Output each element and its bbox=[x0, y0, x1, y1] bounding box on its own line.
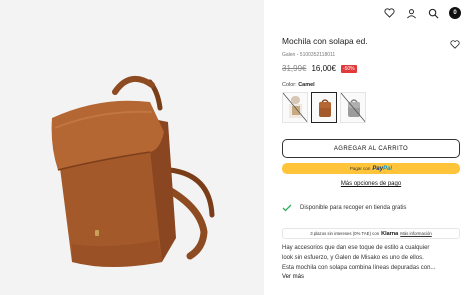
klarna-logo: Klarna bbox=[381, 230, 399, 237]
paypal-prefix: Pagar con bbox=[349, 166, 371, 171]
color-label: Color: Camel bbox=[282, 82, 460, 88]
swatch-white-model[interactable] bbox=[282, 92, 308, 123]
swatch-camel[interactable] bbox=[311, 92, 337, 123]
price-row: 31,99€ 16,00€ -50% bbox=[282, 64, 460, 73]
more-payment-options-link[interactable]: Más opciones de pago bbox=[282, 181, 460, 187]
product-details: Mochila con solapa ed. Galen - 510035211… bbox=[282, 36, 460, 280]
product-description: Hay accesorios que dan ese toque de esti… bbox=[282, 243, 462, 273]
paypal-logo-a: Pay bbox=[372, 165, 384, 172]
pickup-text: Disponible para recoger en tienda gratis bbox=[300, 205, 407, 211]
swatch-grey[interactable] bbox=[340, 92, 366, 123]
paypal-logo: PayPal bbox=[372, 166, 392, 172]
user-icon[interactable] bbox=[405, 7, 417, 19]
current-price: 16,00€ bbox=[311, 64, 336, 73]
description-line-2: look sin esfuerzo, y Galen de Misako es … bbox=[282, 255, 424, 261]
discount-badge: -50% bbox=[340, 64, 357, 73]
header-icons: 0 bbox=[383, 7, 461, 19]
paypal-button[interactable]: Pagar con PayPal bbox=[282, 163, 460, 174]
see-more-link[interactable]: Ver más bbox=[282, 274, 460, 280]
color-swatches bbox=[282, 92, 460, 123]
klarna-info-link[interactable]: Más información bbox=[400, 231, 432, 236]
klarna-prefix: 3 plazos sin intereses (0% TAE) con bbox=[310, 231, 380, 236]
add-to-cart-button[interactable]: AGREGAR AL CARRITO bbox=[282, 139, 460, 158]
color-label-text: Color: bbox=[282, 82, 297, 88]
description-line-1: Hay accesorios que dan ese toque de esti… bbox=[282, 245, 430, 251]
paypal-logo-b: Pal bbox=[383, 165, 393, 172]
product-image[interactable] bbox=[0, 0, 264, 295]
check-icon bbox=[282, 199, 292, 217]
wishlist-heart-icon[interactable] bbox=[450, 36, 460, 49]
klarna-banner: 3 plazos sin intereses (0% TAE) con Klar… bbox=[282, 228, 460, 239]
pickup-availability: Disponible para recoger en tienda gratis bbox=[282, 199, 460, 217]
heart-icon[interactable] bbox=[383, 7, 395, 19]
description-line-3: Esta mochila con solapa combina líneas d… bbox=[282, 265, 436, 271]
backpack-illustration bbox=[51, 75, 215, 267]
old-price: 31,99€ bbox=[282, 64, 307, 73]
cart-icon[interactable]: 0 bbox=[449, 7, 461, 19]
product-reference: Galen - 5100352118011 bbox=[282, 52, 336, 58]
title-row: Mochila con solapa ed. bbox=[282, 36, 460, 49]
color-value: Camel bbox=[298, 82, 315, 88]
search-icon[interactable] bbox=[427, 7, 439, 19]
product-title: Mochila con solapa ed. bbox=[282, 36, 368, 46]
